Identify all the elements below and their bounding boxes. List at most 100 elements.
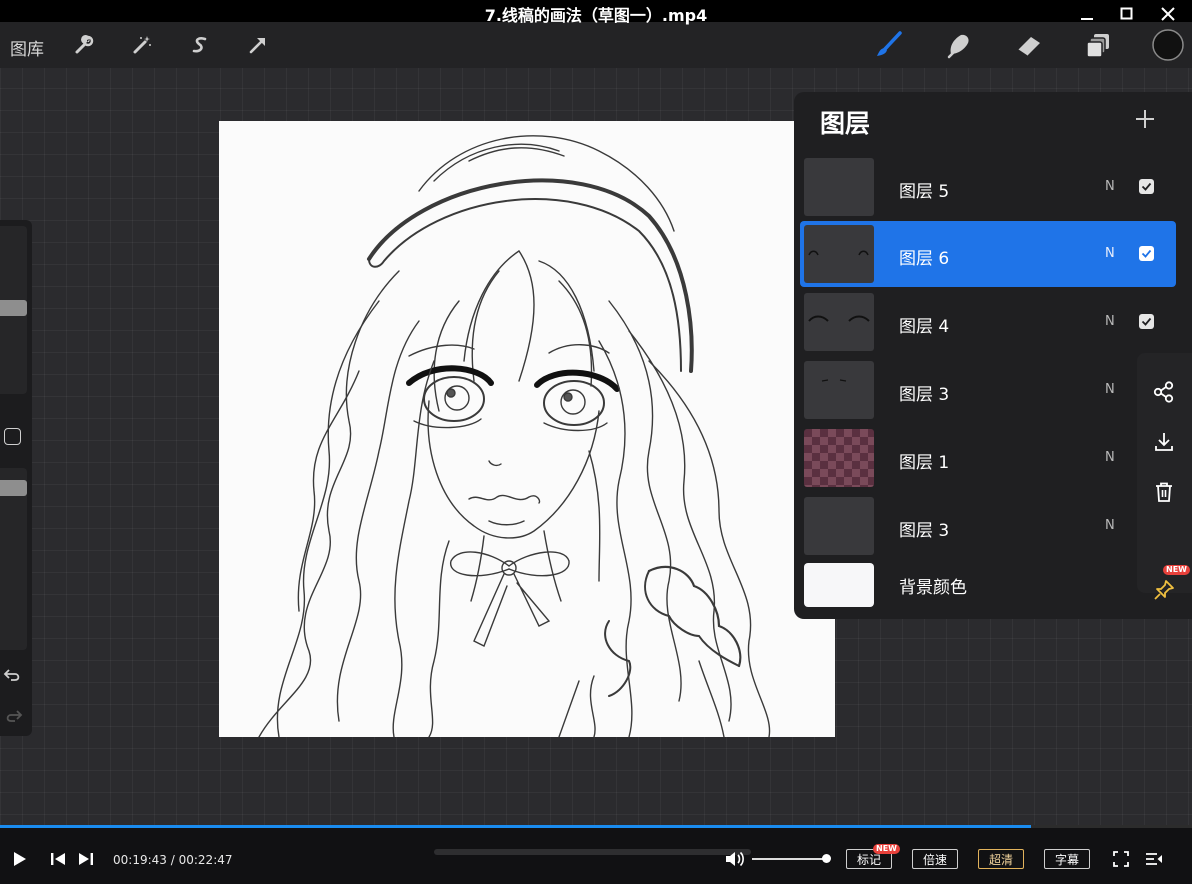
smudge-tool-button[interactable] [942,30,976,60]
adjustments-button[interactable] [127,30,157,60]
brush-size-thumb[interactable] [0,300,27,316]
fullscreen-icon [1113,851,1129,867]
bookmark-new-badge: NEW [873,844,900,854]
transform-arrow-icon [249,38,265,54]
selection-button[interactable] [185,30,215,60]
layer-row[interactable]: 图层 4 N [800,289,1176,355]
skip-back-icon [51,853,65,865]
minimize-button[interactable] [1067,6,1107,22]
blend-mode[interactable]: N [1105,314,1115,329]
modify-square-button[interactable] [4,428,21,445]
close-button[interactable] [1148,6,1188,22]
layers-icon [1086,34,1109,58]
layer-thumbnail [804,497,874,555]
checkmark-icon [1141,182,1152,191]
volume-thumb[interactable] [822,854,831,863]
color-button[interactable] [1151,28,1185,62]
opacity-thumb[interactable] [0,480,27,496]
layer-thumbnail [804,361,874,419]
layer-name: 图层 3 [899,521,950,541]
volume-icon [726,851,744,867]
magic-wand-icon [133,36,151,54]
blend-mode[interactable]: N [1105,246,1115,261]
previous-button[interactable] [49,851,67,867]
brush-icon [877,31,902,56]
share-button[interactable] [1149,377,1179,407]
maximize-icon [1120,7,1133,20]
blend-mode[interactable]: N [1105,518,1115,533]
pin-icon [1154,580,1174,600]
brush-tool-button[interactable] [872,30,906,60]
fullscreen-button[interactable] [1112,850,1130,868]
layer-thumbnail [804,429,874,487]
side-action-panel: NEW [1137,353,1192,600]
video-title: 7.线稿的画法（草图一）.mp4 [484,6,708,25]
video-frame[interactable]: 图库 图层 图层 5 N 图层 6 N 图层 4 N 图层 3 N 图层 1 N… [0,22,1192,825]
checkmark-icon [1141,317,1152,326]
blend-mode[interactable]: N [1105,382,1115,397]
volume-button[interactable] [724,850,746,868]
playlist-icon [1146,853,1162,865]
time-separator: / [170,853,175,867]
player-control-bar: 00:19:43 / 00:22:47 标记 NEW 倍速 超清 字幕 [0,828,1192,884]
video-player-window: 7.线稿的画法（草图一）.mp4 图库 图层 图层 5 N 图层 6 N 图层 … [0,0,1192,884]
layer-name: 图层 3 [899,385,950,405]
time-display: 00:19:43 / 00:22:47 [113,853,233,867]
background-color-row[interactable]: 背景颜色 [800,560,1176,616]
download-button[interactable] [1149,427,1179,457]
maximize-button[interactable] [1107,6,1147,22]
speed-button[interactable]: 倍速 [912,849,958,869]
transform-button[interactable] [243,30,273,60]
eraser-icon [1017,37,1040,57]
visibility-checkbox[interactable] [1139,179,1154,194]
drawing-canvas[interactable] [219,121,835,737]
gallery-button[interactable]: 图库 [10,35,44,60]
layers-panel-title: 图层 [820,109,871,138]
quality-button[interactable]: 超清 [978,849,1024,869]
procreate-toolbar: 图库 [0,22,1192,68]
trash-icon [1156,482,1172,502]
play-button[interactable] [10,850,28,868]
delete-button[interactable] [1149,477,1179,507]
layer-name: 背景颜色 [899,578,967,598]
layer-name: 图层 5 [899,182,950,202]
layer-name: 图层 4 [899,317,950,337]
left-sidebar [0,220,32,736]
visibility-checkbox[interactable] [1139,246,1154,261]
wrench-icon [75,35,94,54]
eyes-thumbnail-icon [808,250,869,256]
layer-row[interactable]: 图层 3 N [800,493,1176,559]
actions-button[interactable] [69,30,99,60]
redo-icon[interactable] [3,708,23,724]
layer-row[interactable]: 图层 6 N [800,221,1176,287]
visibility-checkbox[interactable] [1139,314,1154,329]
layer-row[interactable]: 图层 1 N [800,425,1176,491]
skip-forward-icon [79,853,93,865]
pin-button[interactable] [1149,575,1179,605]
playlist-button[interactable] [1144,850,1164,868]
blend-mode[interactable]: N [1105,450,1115,465]
thumbnail-scroll-handle[interactable] [434,849,751,855]
brows-thumbnail-icon [821,379,847,382]
layer-row[interactable]: 图层 3 N [800,357,1176,423]
quality-label: 超清 [988,852,1013,867]
play-icon [14,852,26,866]
volume-slider[interactable] [752,858,827,860]
selection-s-icon [192,37,207,53]
minimize-icon [1081,18,1093,20]
undo-icon[interactable] [3,667,23,683]
layers-button[interactable] [1082,30,1116,60]
blend-mode[interactable]: N [1105,179,1115,194]
speed-label: 倍速 [922,852,947,867]
layer-name: 图层 6 [899,249,950,269]
share-icon [1153,381,1174,403]
layer-row[interactable]: 图层 5 N [800,154,1176,220]
current-time: 00:19:43 [113,853,167,867]
color-swatch-icon [1152,29,1184,61]
lashes-thumbnail-icon [808,315,870,322]
next-button[interactable] [77,851,95,867]
plus-icon[interactable] [1134,108,1156,130]
subtitles-button[interactable]: 字幕 [1044,849,1090,869]
eraser-tool-button[interactable] [1012,30,1046,60]
smudge-icon [947,34,969,59]
